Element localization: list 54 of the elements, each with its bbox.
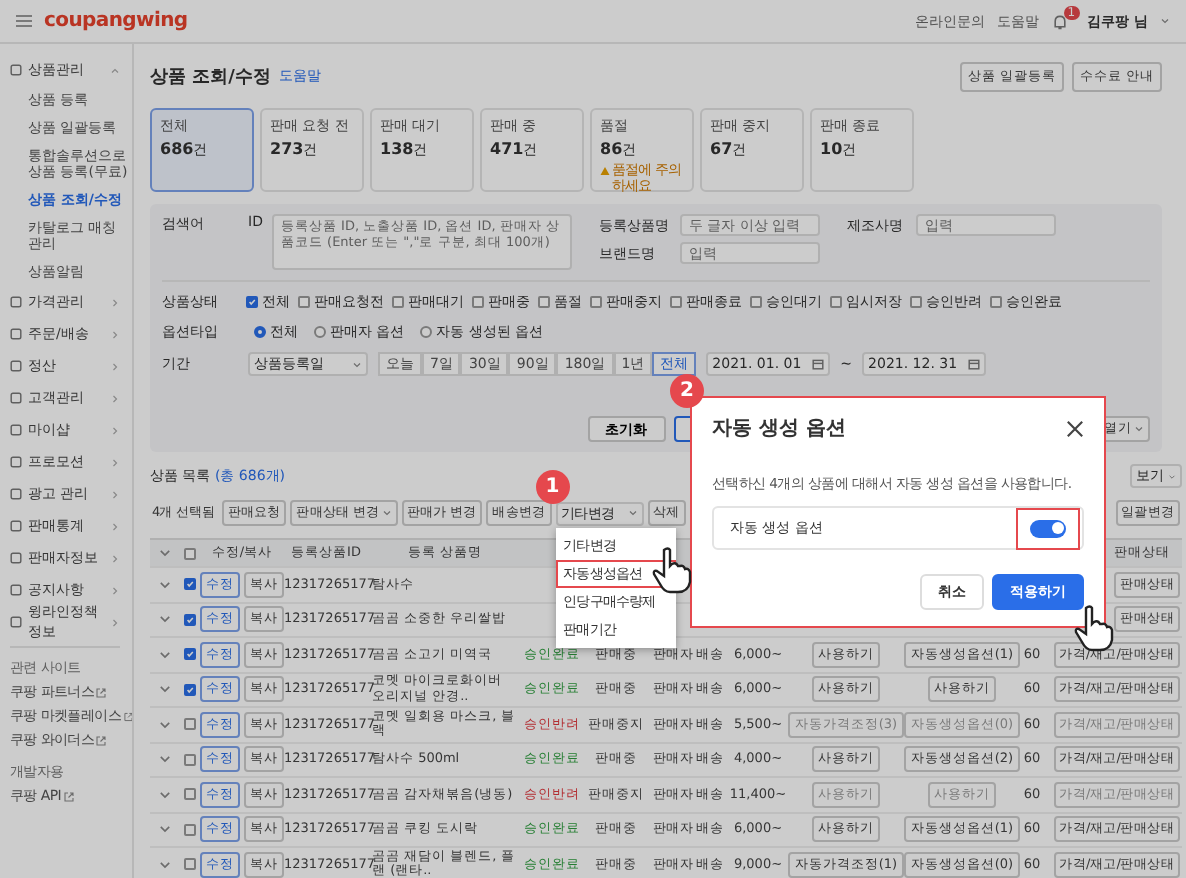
row-checkbox[interactable] [184, 613, 196, 626]
checkmark-icon [248, 298, 256, 306]
expand-row-icon [157, 822, 171, 837]
external-link-icon [96, 687, 107, 697]
expand-row-icon [157, 787, 171, 802]
chevron-icon [110, 489, 120, 499]
calendar-icon [812, 358, 825, 370]
chevron-down-icon [627, 508, 638, 518]
page-title: 상품 조회/수정 [150, 65, 271, 89]
external-link-icon [63, 791, 73, 801]
chevron-down-icon [352, 359, 362, 369]
chevron-icon [110, 585, 120, 595]
chevron-icon [110, 393, 120, 403]
warning-icon [600, 166, 610, 176]
row-checkbox[interactable] [184, 858, 196, 871]
step-badge: 1 [535, 469, 570, 503]
external-link-icon [96, 735, 107, 745]
toggle-switch[interactable] [1030, 519, 1066, 537]
chevron-icon [110, 361, 120, 371]
chevron-icon [110, 425, 120, 435]
expand-row-icon [157, 577, 171, 592]
chevron-icon [110, 329, 120, 339]
row-checkbox[interactable] [184, 648, 196, 661]
calendar-icon [968, 358, 981, 370]
expand-all-icon [157, 546, 171, 560]
chevron-icon [110, 521, 120, 531]
bell-icon[interactable] [1051, 13, 1068, 29]
chevron-down-icon [1160, 16, 1170, 26]
checkmark-icon [186, 650, 194, 659]
caret-icon [1134, 424, 1144, 434]
expand-row-icon [157, 647, 171, 662]
row-checkbox[interactable] [184, 578, 196, 591]
checkmark-icon [186, 615, 194, 624]
close-icon[interactable] [1066, 419, 1084, 437]
expand-row-icon [157, 682, 171, 697]
row-checkbox[interactable] [184, 823, 196, 836]
caret-icon [381, 508, 391, 518]
chevron-icon [110, 65, 120, 75]
row-checkbox[interactable] [184, 683, 196, 696]
checkmark-icon [186, 580, 194, 589]
chevron-icon [110, 297, 120, 307]
dialog-title: 자동 생성 옵션 [712, 416, 846, 442]
external-link-icon [123, 711, 132, 721]
expand-row-icon [157, 717, 171, 732]
row-checkbox[interactable] [184, 753, 196, 766]
expand-row-icon [157, 752, 171, 767]
select-all-checkbox[interactable] [184, 547, 196, 559]
expand-row-icon [157, 857, 171, 872]
chevron-icon [110, 617, 120, 627]
chevron-icon [110, 457, 120, 467]
logo[interactable]: coupangwing [44, 10, 188, 32]
expand-row-icon [157, 612, 171, 627]
checkmark-icon [186, 685, 194, 694]
chevron-icon [110, 553, 120, 563]
